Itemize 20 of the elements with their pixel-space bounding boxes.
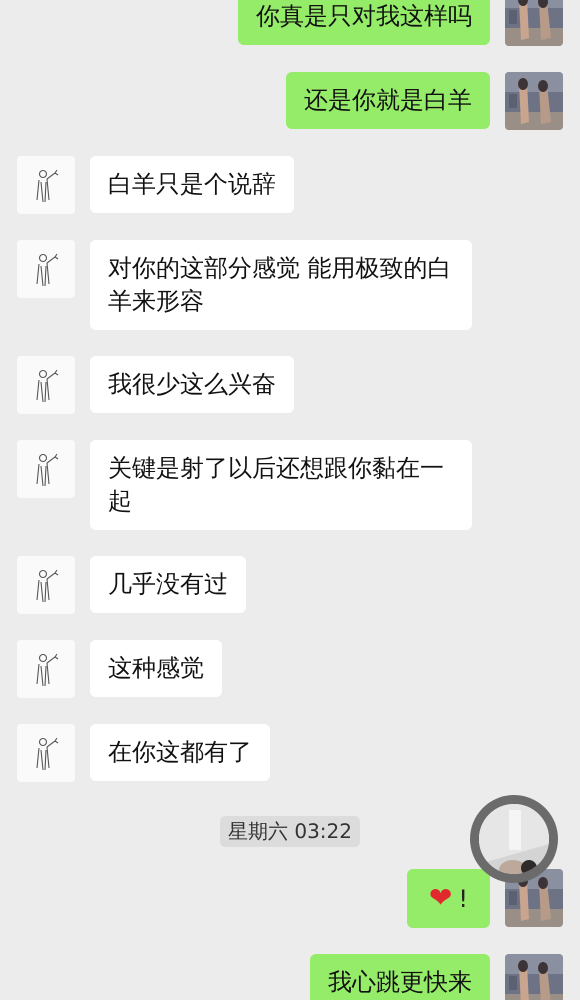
avatar[interactable] [17, 156, 75, 214]
avatar[interactable] [17, 724, 75, 782]
message-bubble[interactable]: 对你的这部分感觉 能用极致的白羊来形容 [90, 240, 472, 330]
message-bubble[interactable]: 关键是射了以后还想跟你黏在一起 [90, 440, 472, 530]
floating-overlay[interactable] [470, 795, 558, 883]
avatar[interactable] [17, 356, 75, 414]
timestamp: 星期六 03:22 [220, 816, 360, 847]
avatar[interactable] [17, 556, 75, 614]
message-bubble[interactable]: 还是你就是白羊 [286, 72, 490, 129]
message-bubble[interactable]: 我心跳更快来 [310, 954, 490, 1000]
message-bubble[interactable]: 你真是只对我这样吗 [238, 0, 490, 45]
message-bubble[interactable]: 在你这都有了 [90, 724, 270, 781]
message-bubble[interactable]: 我很少这么兴奋 [90, 356, 294, 413]
message-bubble[interactable]: 白羊只是个说辞 [90, 156, 294, 213]
message-bubble[interactable]: 这种感觉 [90, 640, 222, 697]
message-bubble[interactable]: ❤ ! [406, 869, 490, 928]
message-bubble[interactable]: 几乎没有过 [90, 556, 246, 613]
avatar[interactable] [17, 640, 75, 698]
avatar[interactable] [17, 240, 75, 298]
avatar[interactable] [17, 440, 75, 498]
